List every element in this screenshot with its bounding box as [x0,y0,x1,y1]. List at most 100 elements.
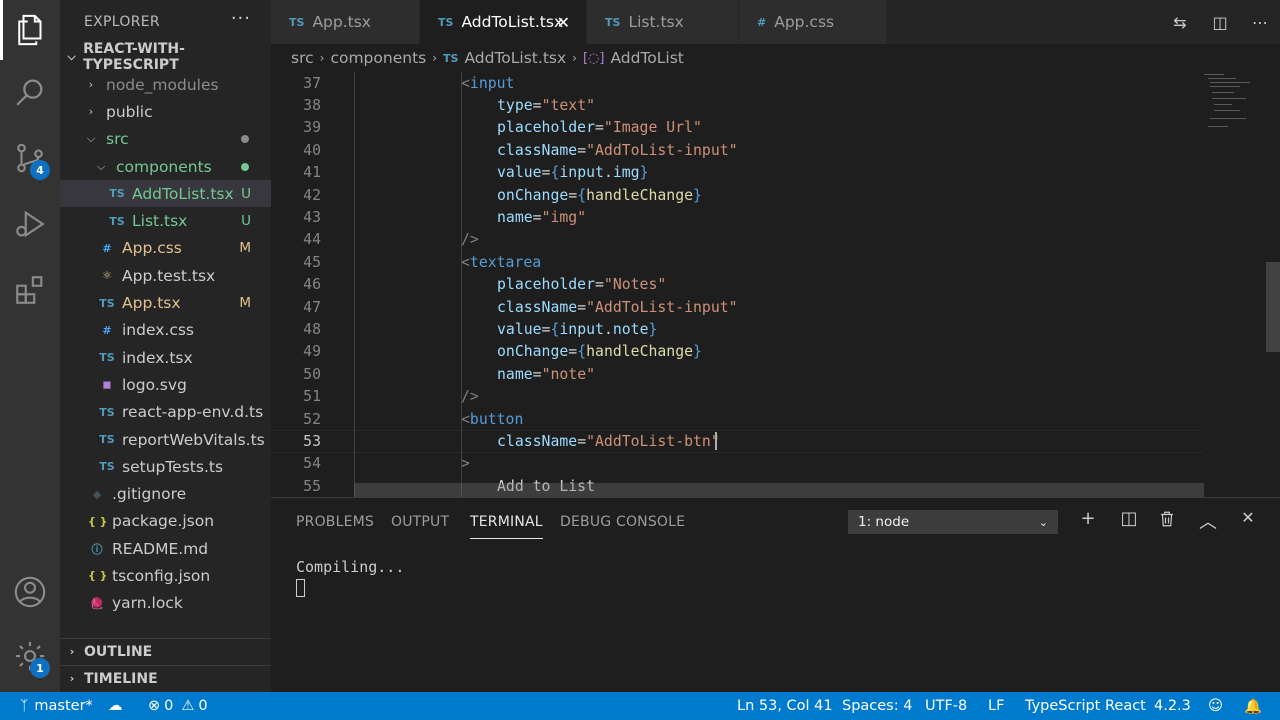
ts-version[interactable]: 4.2.3 [1154,692,1191,720]
tree-folder[interactable]: › node_modules [60,71,271,98]
tree-file[interactable]: { } package.json [60,508,271,535]
run-debug-icon[interactable] [0,194,60,254]
tab-app-css[interactable]: # App.css [739,0,887,44]
close-panel-icon[interactable]: ✕ [1236,508,1260,527]
more-actions-icon[interactable]: ··· [231,8,251,29]
tree-file[interactable]: TS setupTests.ts [60,453,271,480]
cursor-position[interactable]: Ln 53, Col 41 [737,692,833,720]
extensions-icon[interactable] [0,260,60,320]
tab-problems[interactable]: PROBLEMS [296,514,374,530]
encoding[interactable]: UTF-8 [925,692,967,720]
breadcrumb-src[interactable]: src [291,49,314,67]
source-control-icon[interactable]: 4 [0,128,60,188]
tree-file[interactable]: TS AddToList.tsx U [60,180,271,208]
new-terminal-icon[interactable]: + [1076,508,1100,529]
explorer-icon[interactable] [0,0,60,60]
tab-list-tsx[interactable]: TS List.tsx [587,0,739,44]
manage-badge: 1 [30,658,50,678]
tree-item-label: public [106,102,153,121]
breadcrumb-symbol[interactable]: AddToList [610,49,683,67]
code-line: 49 onChange={handleChange} [271,341,1203,363]
ts-file-icon: TS [99,351,115,365]
search-icon[interactable] [0,62,60,122]
tab-addtolist-tsx[interactable]: TS AddToList.tsx ✕ [420,0,587,44]
tree-item-label: index.tsx [122,348,193,367]
tree-file[interactable]: # App.css M [60,235,271,262]
code-token: onChange [497,186,569,204]
git-status-badge: M [239,295,251,312]
open-changes-icon[interactable]: ⇆ [1160,13,1200,32]
maximize-panel-icon[interactable]: ︿ [1196,508,1220,534]
code-text: onChange={handleChange} [497,343,702,360]
code-token: placeholder [497,276,595,294]
trash-icon[interactable] [1155,510,1179,532]
typescript-icon: TS [289,15,305,29]
css-icon: # [757,15,767,29]
project-folder-header[interactable]: ⌵ REACT-WITH-TYPESCRIPT [60,41,271,73]
chevron-right-icon: › [69,645,75,658]
tab-debug-console[interactable]: DEBUG CONSOLE [560,514,685,530]
tree-file[interactable]: TS index.tsx [60,344,271,371]
code-text: className="AddToList-input" [497,299,738,316]
terminal-output: Compiling... [296,558,405,576]
horizontal-scrollbar[interactable] [354,483,1204,497]
more-actions-icon[interactable]: ⋯ [1240,13,1280,32]
line-number: 43 [303,209,321,227]
tab-terminal[interactable]: TERMINAL [470,514,543,539]
close-tab-icon[interactable]: ✕ [557,13,570,32]
terminal-select[interactable]: 1: node ⌄ [848,510,1058,534]
tree-file[interactable]: ◼ logo.svg [60,371,271,398]
code-token: = [568,186,578,204]
code-token: = [532,97,542,115]
chevron-right-icon: › [88,105,94,119]
tree-file[interactable]: ◆ .gitignore [60,480,271,507]
code-text: className="AddToList-btn" [497,433,720,450]
tab-app-tsx[interactable]: TS App.tsx [271,0,420,44]
code-text: name="note" [497,366,595,383]
outline-section[interactable]: › OUTLINE [60,638,271,664]
minimap[interactable] [1204,72,1262,132]
git-file-icon: ◆ [92,487,102,501]
vertical-scrollbar[interactable] [1266,262,1280,352]
feedback-icon[interactable]: ☺ [1208,692,1223,720]
git-branch-item[interactable]: ᛉ master* [20,692,93,720]
tree-file[interactable]: TS react-app-env.d.ts [60,399,271,426]
tree-item-label: setupTests.ts [122,457,224,476]
tree-file[interactable]: TS App.tsx M [60,289,271,316]
tree-file[interactable]: ⚛ App.test.tsx [60,262,271,289]
line-number: 50 [303,365,321,383]
line-number: 49 [303,343,321,361]
problems-item[interactable]: ⊗ 0 ⚠ 0 [148,692,208,720]
yarn-file-icon: 🧶 [90,596,104,610]
tree-file[interactable]: 🧶 yarn.lock [60,590,271,617]
json-file-icon: { } [88,514,108,528]
code-editor[interactable]: 37 <input 38 type="text" 39 placeholder="Imag… [271,72,1280,497]
code-line: 53 className="AddToList-btn" [271,430,1203,453]
end-of-line[interactable]: LF [988,692,1004,720]
tree-file[interactable]: # index.css [60,317,271,344]
notifications-bell-icon[interactable]: 🔔 [1244,692,1262,720]
language-mode[interactable]: TypeScript React [1025,692,1146,720]
tree-file[interactable]: { } tsconfig.json [60,562,271,589]
breadcrumb-file[interactable]: AddToList.tsx [464,49,566,67]
indentation[interactable]: Spaces: 4 [842,692,912,720]
tree-folder[interactable]: ⌵ src [60,126,271,153]
split-terminal-icon[interactable]: ◫ [1117,508,1141,529]
timeline-section[interactable]: › TIMELINE [60,665,271,691]
account-icon[interactable] [0,562,60,622]
tree-folder[interactable]: ⌵ components [60,153,271,180]
code-token: name [497,365,533,383]
sync-icon[interactable]: ☁ [108,692,123,720]
tree-file[interactable]: TS reportWebVitals.ts [60,426,271,453]
code-text: value={input.note} [497,321,657,338]
code-token: = [568,343,578,361]
explorer-sidebar: EXPLORER ··· ⌵ REACT-WITH-TYPESCRIPT › no… [60,0,271,692]
tree-file[interactable]: ⓘ README.md [60,535,271,562]
breadcrumb-components[interactable]: components [330,49,426,67]
tree-file[interactable]: TS List.tsx U [60,207,271,234]
manage-gear-icon[interactable]: 1 [0,626,60,686]
tree-folder[interactable]: › public [60,98,271,125]
tab-output[interactable]: OUTPUT [391,514,449,530]
chevron-right-icon: › [69,672,75,685]
split-editor-icon[interactable]: ◫ [1200,13,1240,32]
